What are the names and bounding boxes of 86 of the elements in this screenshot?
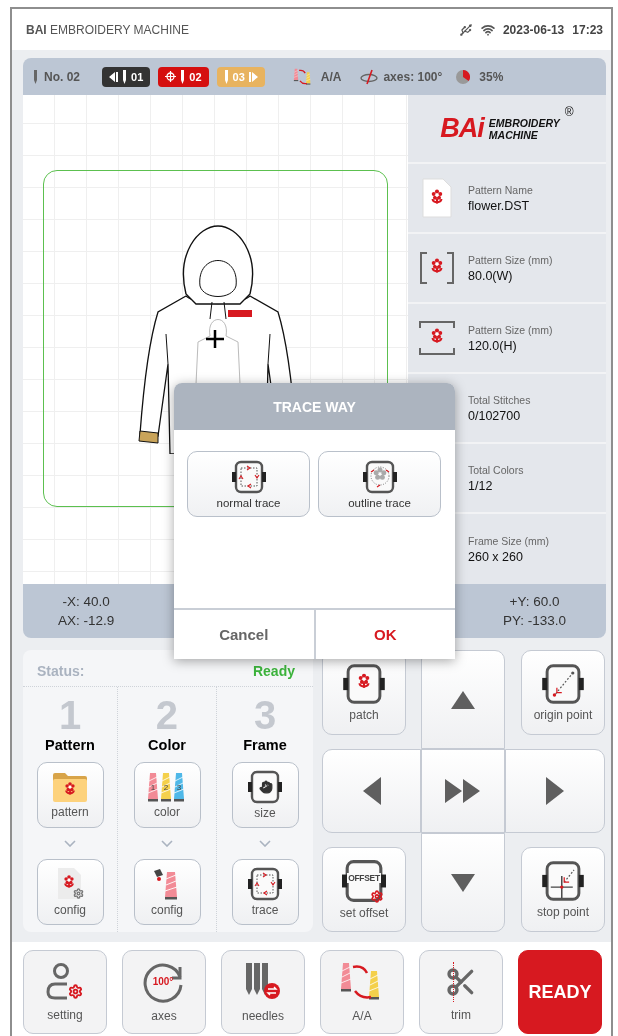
coordinate-reading: +Y: 60.0: [509, 594, 560, 610]
app-title: BAI EMBROIDERY MACHINE: [26, 22, 189, 37]
info-value: 80.0(W): [468, 268, 514, 283]
step-title: Frame: [243, 737, 287, 753]
info-label: Pattern Size (mm): [468, 323, 553, 336]
fast-forward-button[interactable]: [421, 749, 505, 833]
stop-button[interactable]: stop point: [521, 847, 605, 932]
status-time: 17:23: [572, 22, 603, 37]
skip-forward-icon: [248, 71, 258, 82]
needle-icon: [180, 69, 186, 84]
chevron-down-icon: [161, 840, 173, 847]
step-title: Pattern: [45, 737, 95, 753]
arrow-down-icon: [449, 871, 477, 894]
registered-mark: ®: [564, 105, 574, 120]
status-date: 2023-06-13: [502, 22, 565, 37]
coordinate-reading: -X: 40.0: [62, 594, 110, 610]
coordinate-reading: AX: -12.9: [58, 613, 115, 629]
pattern-config-button[interactable]: config: [36, 859, 104, 925]
logo-brand: BAi: [440, 113, 484, 145]
coordinate-reading: PY: -133.0: [502, 613, 566, 629]
arrow-right-icon: [544, 775, 566, 807]
chevron-down-icon: [64, 840, 76, 847]
crosshair-icon: [206, 330, 224, 349]
offset-button[interactable]: OFFSET set offset: [322, 847, 406, 932]
frame-trace-icon: [247, 867, 283, 901]
ok-button[interactable]: OK: [313, 610, 455, 659]
needle-number: No. 02: [44, 69, 80, 84]
progress-reading: 35%: [479, 69, 504, 84]
folder-icon: [52, 771, 88, 803]
logo-subtitle: MACHINE: [488, 128, 539, 141]
axes-button[interactable]: 100° axes: [122, 950, 206, 1034]
normal-trace-option[interactable]: normal trace: [187, 451, 310, 517]
up-button[interactable]: [421, 650, 505, 749]
status-value: Ready: [252, 663, 295, 679]
status-label: Status:: [37, 663, 85, 679]
trim-button[interactable]: trim: [419, 950, 503, 1034]
setting-button[interactable]: setting: [23, 950, 107, 1034]
info-value: 1/12: [468, 478, 494, 493]
folder-button[interactable]: pattern: [36, 762, 104, 828]
right-button[interactable]: [505, 749, 605, 833]
thread-mode: A/A: [320, 69, 342, 84]
chevron-down-icon: [259, 840, 271, 847]
cancel-button[interactable]: Cancel: [174, 610, 314, 659]
info-label: Pattern Size (mm): [468, 253, 553, 266]
threads-button[interactable]: A/A: [320, 950, 404, 1034]
needle-chip[interactable]: 01: [102, 66, 151, 87]
needle-chip[interactable]: 02: [158, 66, 209, 87]
pattern-width-icon: [419, 252, 455, 285]
needles-button[interactable]: needles: [221, 950, 305, 1034]
axis-rotation-icon: [359, 68, 380, 85]
logo-subtitle: EMBROIDERY: [488, 116, 560, 129]
skip-back-icon: [109, 71, 118, 82]
pattern-file-icon: [421, 178, 453, 219]
wifi-icon: [480, 22, 495, 37]
color-config-button[interactable]: config: [133, 859, 201, 925]
trace-button[interactable]: trace: [231, 859, 299, 925]
offset-label: OFFSET: [347, 873, 381, 883]
info-value: 120.0(H): [468, 338, 518, 353]
frame-outline-icon: [361, 459, 398, 494]
needle-icon: [122, 69, 127, 84]
down-button[interactable]: [421, 833, 505, 932]
frame-hand-icon: [247, 770, 283, 804]
thread-swap-icon: [292, 66, 313, 87]
info-value: 0/102700: [468, 408, 522, 423]
outline-trace-option[interactable]: outline trace: [318, 451, 441, 517]
target-icon: [165, 71, 177, 83]
size-button[interactable]: size: [231, 762, 299, 828]
spools-button[interactable]: 1 2 3 color: [133, 762, 201, 828]
pattern-height-icon: [419, 321, 455, 356]
dialog-title: TRACE WAY: [273, 398, 356, 415]
info-label: Pattern Name: [468, 183, 533, 196]
ready-button[interactable]: READY: [518, 950, 602, 1034]
frame-trace-icon: [230, 459, 267, 494]
info-label: Total Colors: [468, 463, 524, 476]
step-title: Color: [148, 737, 186, 753]
info-value: flower.DST: [468, 198, 531, 213]
origin-button[interactable]: origin point: [521, 650, 605, 735]
usb-icon: [458, 22, 473, 37]
fast-forward-icon: [445, 779, 481, 803]
info-label: Frame Size (mm): [468, 534, 550, 547]
axes-reading: axes: 100°: [383, 69, 443, 84]
left-button[interactable]: [322, 749, 421, 833]
pie-chart-icon: [456, 69, 471, 84]
info-value: 260 x 260: [468, 549, 524, 564]
needle-icon: [223, 69, 229, 84]
info-label: Total Stitches: [468, 393, 531, 406]
